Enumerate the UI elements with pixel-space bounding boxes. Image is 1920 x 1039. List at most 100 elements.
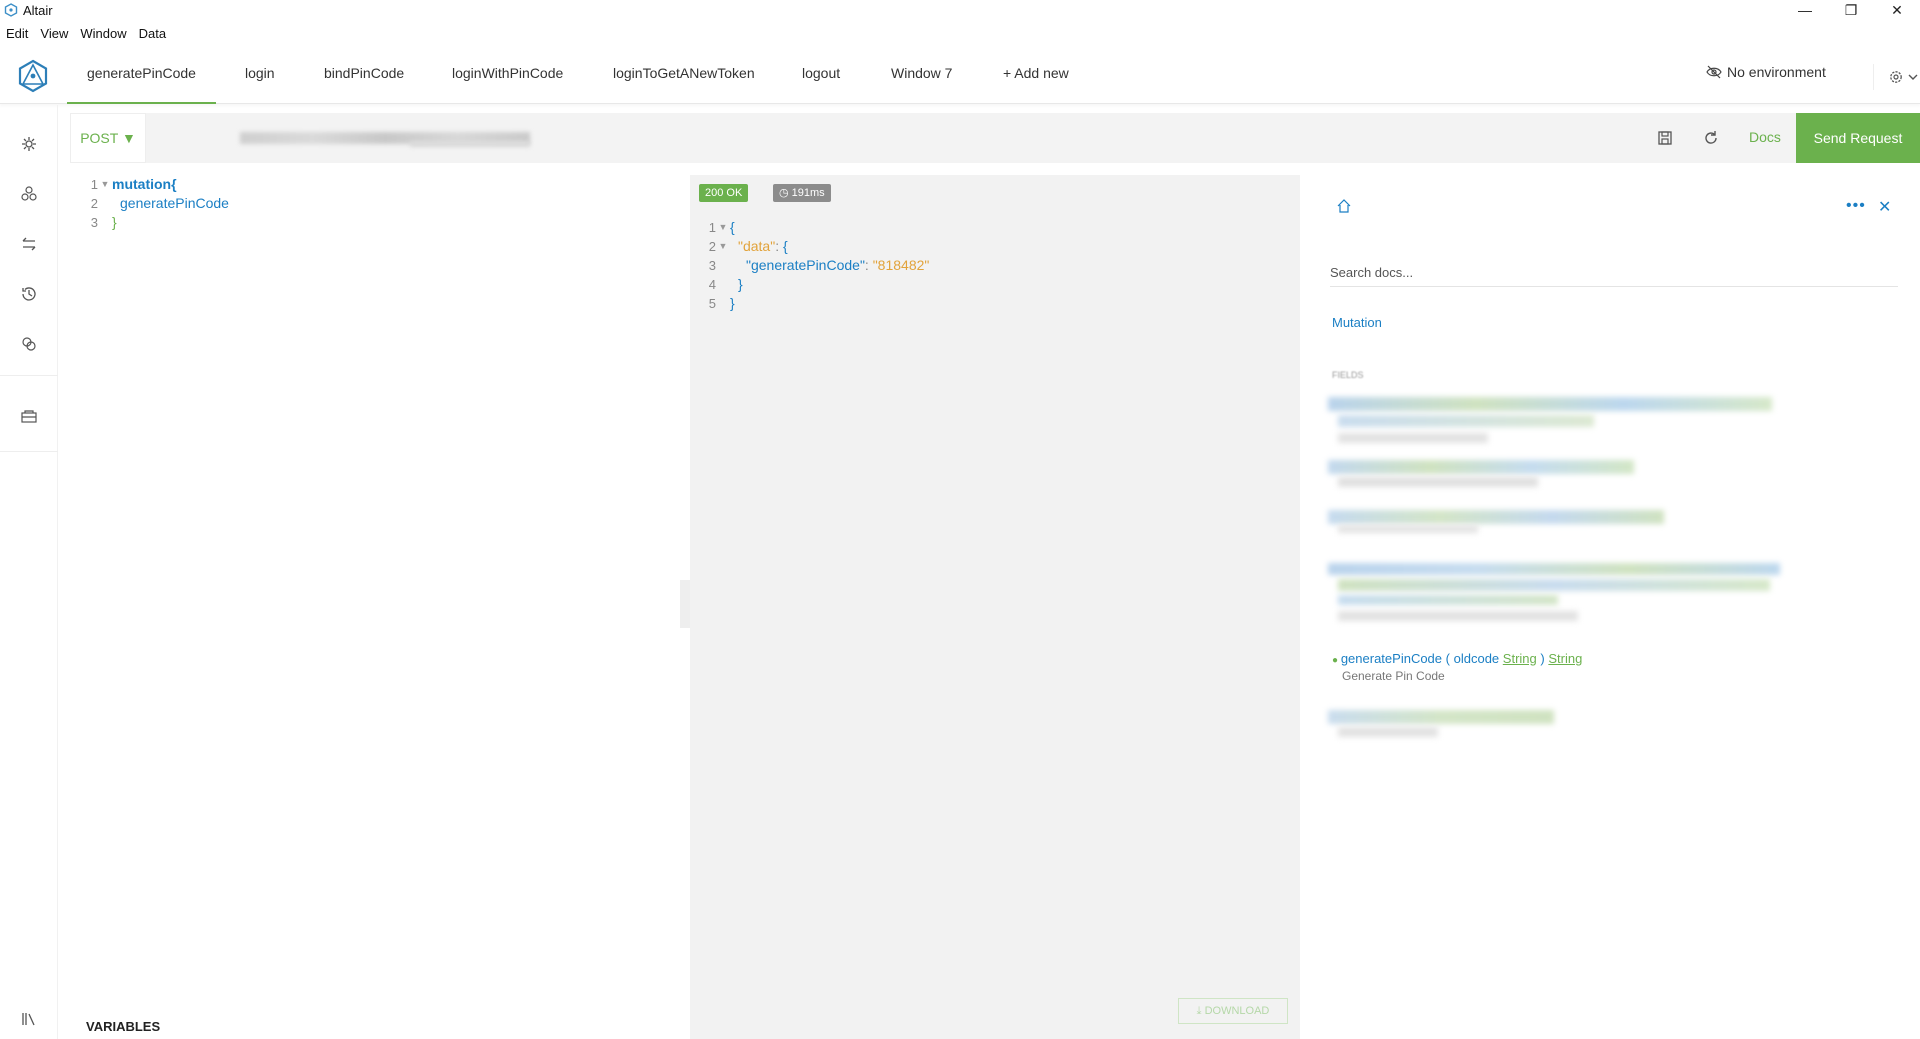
blurred-field-entry bbox=[1338, 525, 1478, 533]
send-request-button[interactable]: Send Request bbox=[1796, 113, 1920, 163]
tab-bindpincode[interactable]: bindPinCode bbox=[304, 50, 424, 104]
field-name-link[interactable]: generatePinCode bbox=[1341, 651, 1442, 666]
minimize-button[interactable]: — bbox=[1782, 0, 1828, 20]
fold-arrow-icon[interactable]: ▼ bbox=[716, 237, 730, 256]
gear-icon bbox=[1890, 71, 1902, 83]
blurred-field-entry bbox=[1338, 611, 1578, 621]
blurred-field-entry bbox=[1338, 727, 1438, 737]
menu-bar: Edit View Window Data bbox=[0, 22, 172, 44]
line-number: 3 bbox=[90, 215, 98, 230]
docs-toggle-button[interactable]: Docs bbox=[1749, 129, 1781, 145]
blurred-field-entry bbox=[1328, 563, 1780, 575]
docs-panel: ••• ✕ Mutation FIELDS ● generatePinCode … bbox=[1300, 175, 1920, 1039]
menu-edit[interactable]: Edit bbox=[0, 26, 34, 41]
schema-icon[interactable] bbox=[20, 185, 38, 203]
blurred-field-entry bbox=[1338, 595, 1558, 605]
blurred-field-entry bbox=[1328, 510, 1664, 524]
collections-icon[interactable] bbox=[20, 407, 38, 425]
window-tab-bar: generatePinCode login bindPinCode loginW… bbox=[0, 50, 1920, 104]
result-viewer[interactable]: 1 ▼ { 2 ▼ "data": { 3 "generatePinCode":… bbox=[696, 218, 930, 313]
home-icon[interactable] bbox=[1336, 198, 1352, 214]
query-text: } bbox=[112, 214, 117, 230]
tab-login[interactable]: login bbox=[225, 50, 295, 104]
restore-button[interactable]: ❐ bbox=[1828, 0, 1874, 20]
url-input[interactable] bbox=[150, 113, 1300, 163]
request-bar: POST ▼ Docs Send Request bbox=[70, 113, 1920, 163]
fields-section-label: FIELDS bbox=[1332, 370, 1364, 380]
blurred-field-entry bbox=[1338, 415, 1594, 427]
line-number: 3 bbox=[708, 258, 716, 273]
json-brace: { bbox=[782, 238, 788, 254]
close-docs-icon[interactable]: ✕ bbox=[1878, 197, 1891, 217]
field-bullet: ● bbox=[1332, 655, 1341, 666]
tab-loginwithpincode[interactable]: loginWithPinCode bbox=[432, 50, 583, 104]
docs-icon[interactable] bbox=[20, 1010, 38, 1028]
window-title: Altair bbox=[23, 2, 53, 18]
mutation-type-link[interactable]: Mutation bbox=[1332, 315, 1382, 330]
query-editor[interactable]: 1 ▼ mutation{ 2 generatePinCode 3 } bbox=[70, 175, 680, 995]
url-blurred-text bbox=[410, 141, 530, 147]
argument-type-link[interactable]: String bbox=[1503, 651, 1537, 666]
altair-logo-icon[interactable] bbox=[16, 58, 50, 94]
argument-name: oldcode bbox=[1453, 651, 1500, 666]
blurred-field-entry bbox=[1338, 477, 1538, 487]
blurred-field-entry bbox=[1328, 460, 1634, 474]
settings-icon[interactable] bbox=[20, 135, 38, 153]
query-text: generatePinCode bbox=[120, 195, 229, 211]
json-brace: } bbox=[730, 295, 735, 311]
code-line: 2 generatePinCode bbox=[70, 194, 680, 213]
blurred-field-entry bbox=[1338, 433, 1488, 443]
docs-field-generatepincode[interactable]: ● generatePinCode ( oldcode String ) Str… bbox=[1332, 651, 1582, 666]
environment-label: No environment bbox=[1727, 64, 1826, 80]
plugins-icon[interactable] bbox=[20, 335, 38, 353]
download-label: DOWNLOAD bbox=[1204, 1005, 1270, 1017]
swap-icon[interactable] bbox=[20, 235, 38, 253]
tab-logout[interactable]: logout bbox=[782, 50, 860, 104]
status-badge: 200 OK bbox=[699, 184, 749, 202]
json-brace: { bbox=[730, 219, 735, 235]
environment-selector[interactable]: No environment bbox=[1706, 64, 1826, 80]
download-button[interactable]: ⤓ DOWNLOAD bbox=[1178, 998, 1288, 1024]
tab-logintogetanewtoken[interactable]: loginToGetANewToken bbox=[593, 50, 775, 104]
save-icon[interactable] bbox=[1656, 129, 1674, 147]
menu-window[interactable]: Window bbox=[74, 26, 132, 41]
variables-pane-toggle[interactable]: VARIABLES bbox=[86, 1019, 160, 1034]
code-line: 1 ▼ mutation{ bbox=[70, 175, 680, 194]
json-value: "818482" bbox=[872, 257, 930, 273]
chevron-down-icon bbox=[1908, 74, 1918, 80]
blurred-field-entry bbox=[1328, 710, 1554, 724]
sidebar bbox=[0, 105, 58, 1039]
refresh-icon[interactable] bbox=[1702, 129, 1720, 147]
field-description: Generate Pin Code bbox=[1342, 669, 1445, 683]
json-brace: } bbox=[738, 276, 743, 292]
fold-arrow-icon[interactable]: ▼ bbox=[98, 175, 112, 194]
fold-arrow-icon[interactable]: ▼ bbox=[716, 218, 730, 237]
settings-menu[interactable] bbox=[1873, 64, 1918, 90]
docs-search-input[interactable] bbox=[1330, 259, 1898, 287]
line-number: 4 bbox=[708, 277, 716, 292]
close-window-button[interactable]: ✕ bbox=[1874, 0, 1920, 20]
line-number: 2 bbox=[708, 239, 716, 254]
line-number: 5 bbox=[708, 296, 716, 311]
paren: ( bbox=[1445, 651, 1450, 666]
json-key: "generatePinCode" bbox=[746, 257, 865, 273]
menu-view[interactable]: View bbox=[34, 26, 74, 41]
paren: ) bbox=[1540, 651, 1545, 666]
tab-window-7[interactable]: Window 7 bbox=[871, 50, 972, 104]
clock-icon: ◷ bbox=[779, 187, 792, 199]
http-method-selector[interactable]: POST ▼ bbox=[70, 113, 146, 163]
more-options-icon[interactable]: ••• bbox=[1846, 197, 1866, 215]
pane-resize-handle[interactable] bbox=[680, 580, 690, 628]
line-number: 1 bbox=[90, 177, 98, 192]
tab-generatepincode[interactable]: generatePinCode bbox=[67, 50, 216, 104]
altair-logo-icon bbox=[4, 3, 18, 17]
history-icon[interactable] bbox=[20, 285, 38, 303]
json-key: "data" bbox=[738, 238, 776, 254]
title-bar: Altair — ❐ ✕ bbox=[0, 0, 1920, 20]
menu-data[interactable]: Data bbox=[133, 26, 172, 41]
blurred-field-entry bbox=[1338, 579, 1770, 591]
add-new-tab-button[interactable]: + Add new bbox=[983, 50, 1089, 104]
download-icon: ⤓ bbox=[1196, 1005, 1205, 1017]
response-time: 191ms bbox=[791, 187, 825, 199]
return-type-link[interactable]: String bbox=[1548, 651, 1582, 666]
